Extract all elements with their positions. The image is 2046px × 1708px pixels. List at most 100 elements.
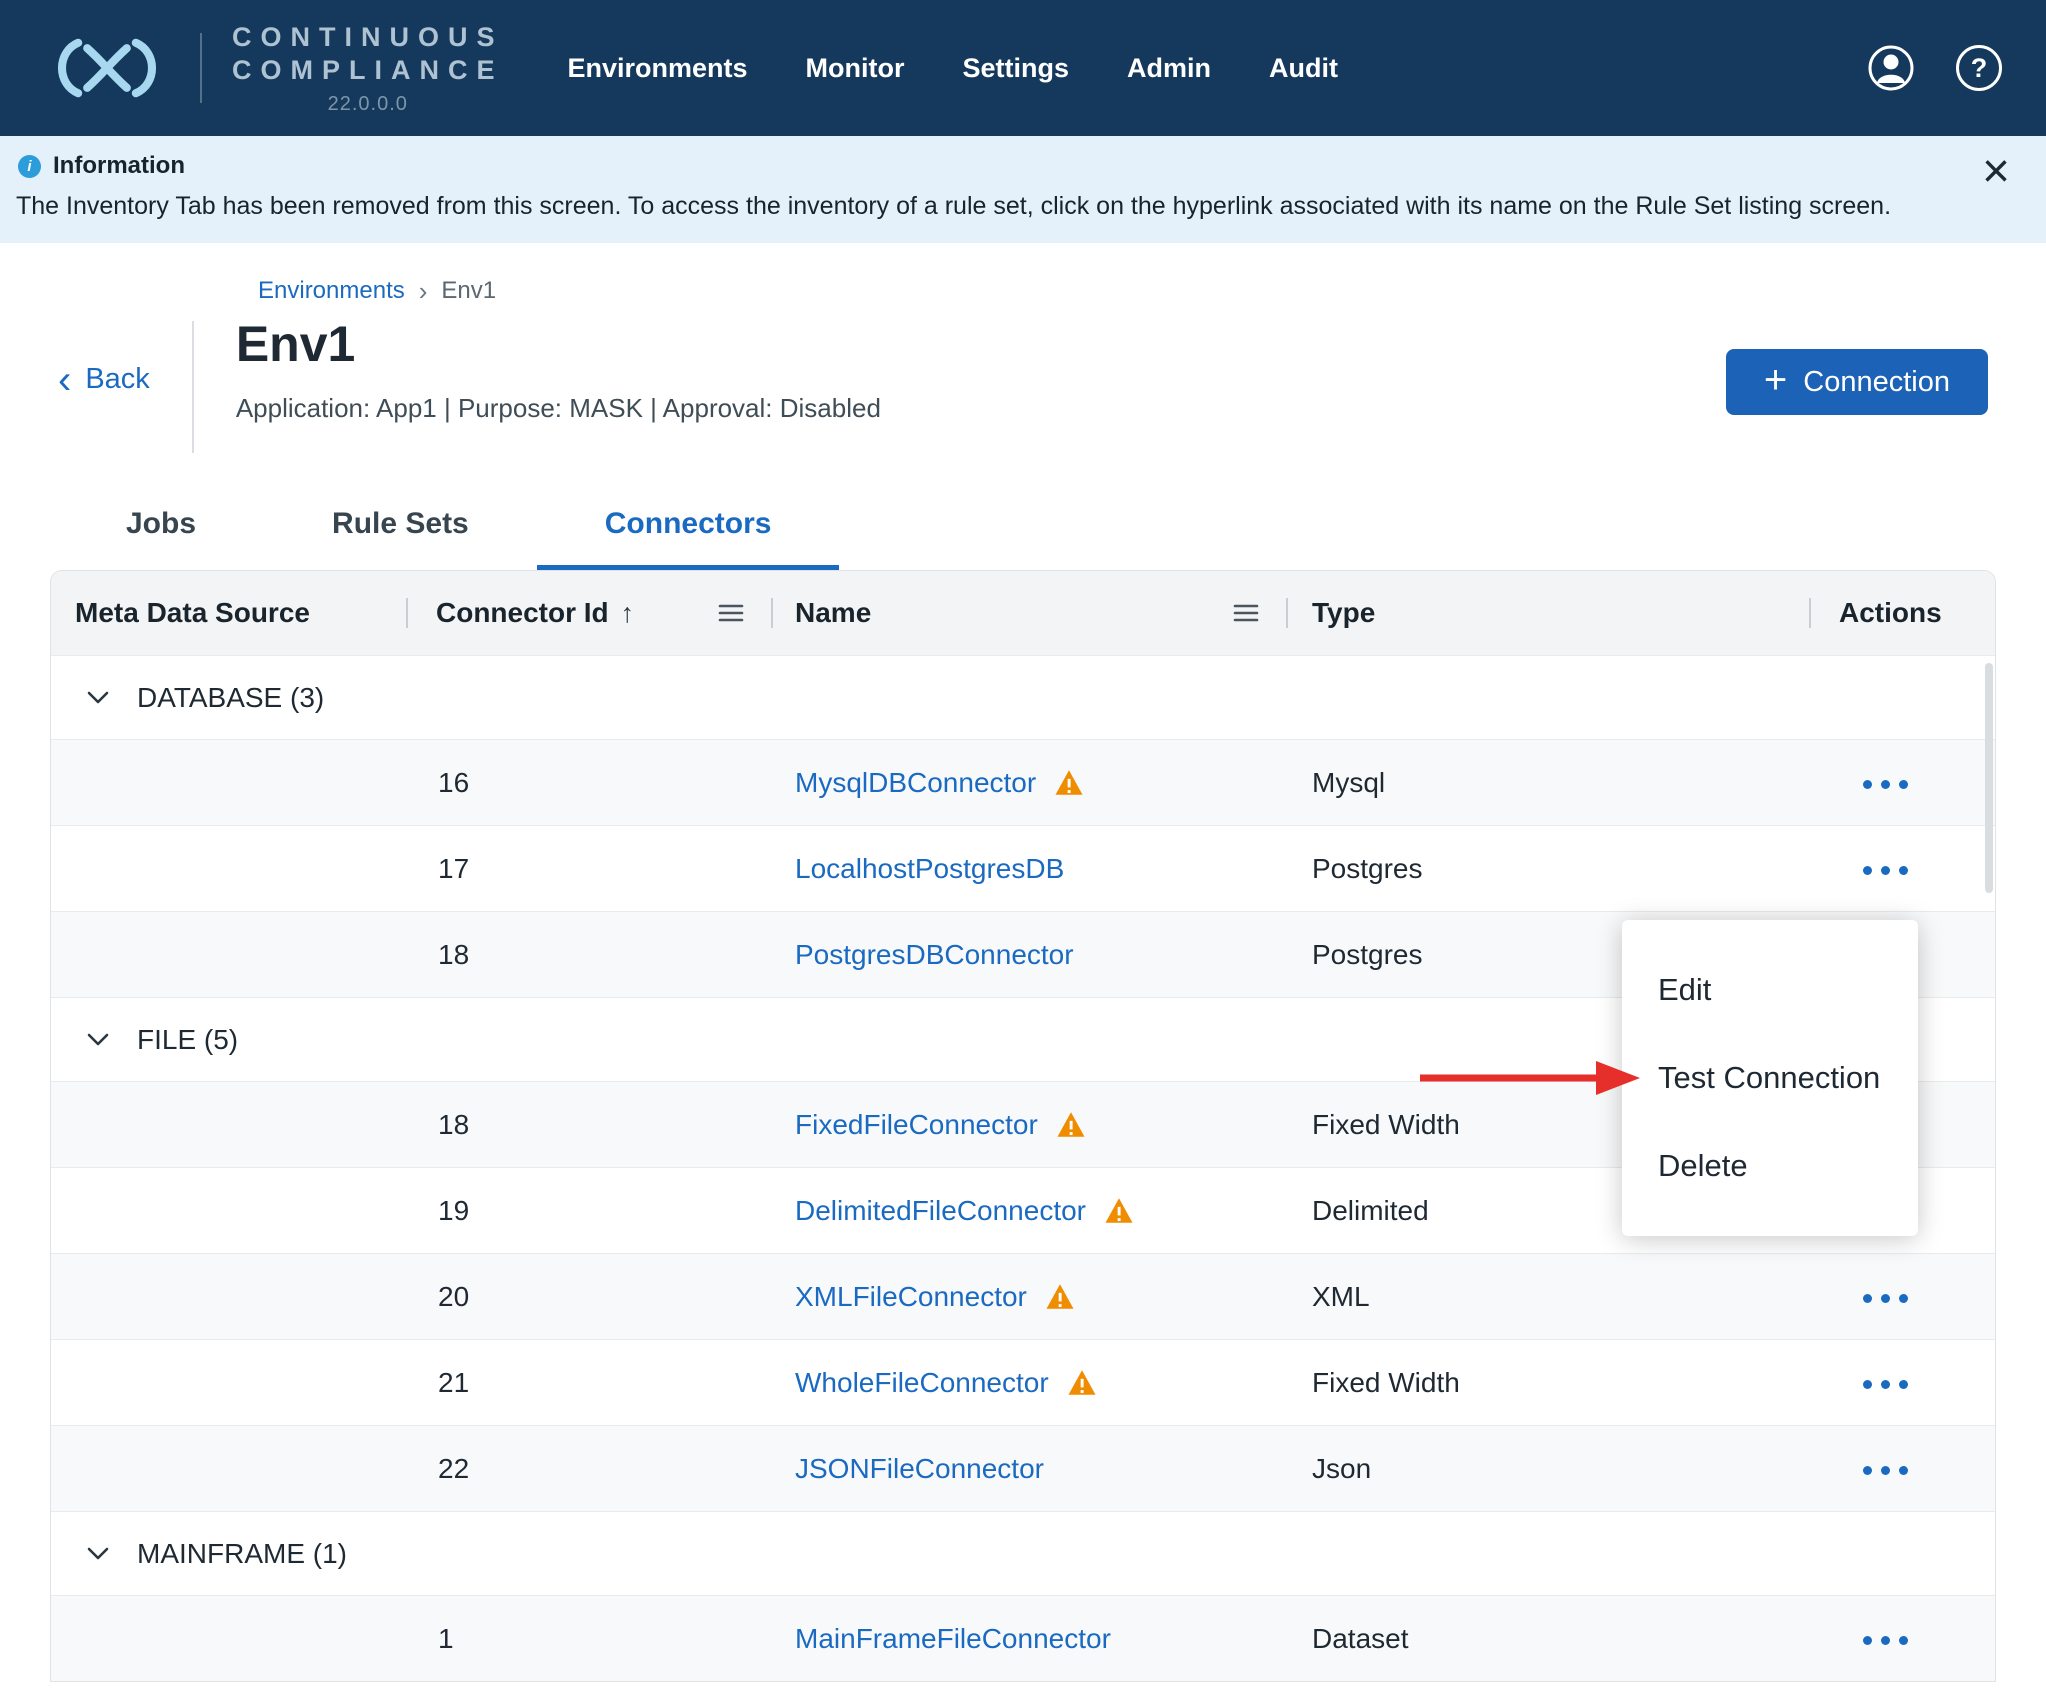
connector-name-link[interactable]: LocalhostPostgresDB xyxy=(795,853,1064,885)
table-row: 21 WholeFileConnector Fixed Width xyxy=(51,1339,1995,1425)
tab-connectors[interactable]: Connectors xyxy=(536,507,840,570)
connector-type-cell: Mysql xyxy=(1312,766,1386,798)
chevron-left-icon: ‹ xyxy=(58,357,72,402)
menu-item-delete[interactable]: Delete xyxy=(1622,1122,1918,1210)
row-actions-button[interactable] xyxy=(1857,854,1914,887)
connector-name-link[interactable]: MainFrameFileConnector xyxy=(795,1623,1111,1655)
group-row[interactable]: MAINFRAME (1) xyxy=(51,1511,1995,1595)
chevron-down-icon xyxy=(87,1547,109,1560)
chevron-right-icon: › xyxy=(418,276,428,306)
nav-item-settings[interactable]: Settings xyxy=(963,53,1070,84)
table-row: 20 XMLFileConnector XML xyxy=(51,1253,1995,1339)
brand-text: CONTINUOUS COMPLIANCE 22.0.0.0 xyxy=(232,21,504,116)
connector-name-link[interactable]: XMLFileConnector xyxy=(795,1281,1027,1313)
connector-id-cell: 19 xyxy=(438,1194,470,1226)
tab-jobs[interactable]: Jobs xyxy=(58,507,264,570)
group-row[interactable]: DATABASE (3) xyxy=(51,655,1995,739)
group-label: FILE (5) xyxy=(137,1023,239,1055)
page-subtitle: Application: App1 | Purpose: MASK | Appr… xyxy=(235,393,881,423)
close-icon[interactable]: × xyxy=(1982,148,2010,196)
column-menu-icon[interactable] xyxy=(717,601,745,625)
header-meta-data-source: Meta Data Source xyxy=(75,597,310,628)
delphix-logo-icon[interactable] xyxy=(44,35,170,101)
connector-id-cell: 22 xyxy=(438,1452,470,1484)
header-name[interactable]: Name xyxy=(771,571,1286,655)
nav-icons: ? xyxy=(1866,43,2002,93)
table-row: 22 JSONFileConnector Json xyxy=(51,1425,1995,1511)
connector-name-link[interactable]: FixedFileConnector xyxy=(795,1109,1038,1141)
info-icon: i xyxy=(18,154,41,178)
brand-line-1: CONTINUOUS xyxy=(232,21,504,52)
nav-item-environments[interactable]: Environments xyxy=(568,53,748,84)
row-actions-button[interactable] xyxy=(1857,1624,1914,1657)
title-block: Env1 Application: App1 | Purpose: MASK |… xyxy=(236,311,881,453)
back-button[interactable]: ‹ Back xyxy=(58,357,150,402)
connector-type-cell: Postgres xyxy=(1312,852,1423,884)
user-avatar-icon[interactable] xyxy=(1866,43,1916,93)
brand: CONTINUOUS COMPLIANCE 22.0.0.0 xyxy=(44,21,504,116)
plus-icon: + xyxy=(1763,358,1788,402)
connector-id-cell: 18 xyxy=(438,938,470,970)
connector-type-cell: XML xyxy=(1312,1280,1370,1312)
group-label: DATABASE (3) xyxy=(137,681,325,713)
brand-divider xyxy=(200,33,202,103)
table-row: 16 MysqlDBConnector Mysql xyxy=(51,739,1995,825)
app-window: CONTINUOUS COMPLIANCE 22.0.0.0 Environme… xyxy=(0,0,2046,1708)
connector-name-link[interactable]: DelimitedFileConnector xyxy=(795,1195,1086,1227)
connector-id-cell: 17 xyxy=(438,852,470,884)
scrollbar-thumb[interactable] xyxy=(1985,663,1993,893)
page-title: Env1 xyxy=(235,316,356,372)
help-icon[interactable]: ? xyxy=(1956,45,2002,91)
connector-name-link[interactable]: WholeFileConnector xyxy=(795,1367,1049,1399)
back-label: Back xyxy=(85,363,150,395)
tab-bar: Jobs Rule Sets Connectors xyxy=(0,507,2046,570)
column-menu-icon[interactable] xyxy=(1232,601,1260,625)
top-nav: CONTINUOUS COMPLIANCE 22.0.0.0 Environme… xyxy=(0,0,2046,136)
warning-icon xyxy=(1046,1284,1074,1309)
banner-message: The Inventory Tab has been removed from … xyxy=(16,192,1892,220)
header-type: Type xyxy=(1286,571,1809,655)
nav-item-monitor[interactable]: Monitor xyxy=(806,53,905,84)
breadcrumb: Environments › Env1 xyxy=(258,277,2046,305)
brand-line-2: COMPLIANCE xyxy=(232,54,504,85)
connector-name-link[interactable]: MysqlDBConnector xyxy=(795,767,1036,799)
warning-icon xyxy=(1055,770,1083,795)
version-label: 22.0.0.0 xyxy=(327,92,408,115)
connector-type-cell: Fixed Width xyxy=(1312,1366,1460,1398)
info-banner: i Information The Inventory Tab has been… xyxy=(0,136,2046,243)
table-row: 17 LocalhostPostgresDB Postgres xyxy=(51,825,1995,911)
sort-ascending-icon[interactable]: ↑ xyxy=(621,598,635,629)
row-actions-button[interactable] xyxy=(1857,768,1914,801)
warning-icon xyxy=(1068,1370,1096,1395)
menu-item-edit[interactable]: Edit xyxy=(1622,946,1918,1034)
chevron-down-icon xyxy=(87,1033,109,1046)
annotation-arrow xyxy=(1420,1061,1640,1095)
menu-item-test-connection[interactable]: Test Connection xyxy=(1622,1034,1918,1122)
chevron-down-icon xyxy=(87,691,109,704)
nav-item-admin[interactable]: Admin xyxy=(1127,53,1211,84)
warning-icon xyxy=(1057,1112,1085,1137)
add-connection-button[interactable]: + Connection xyxy=(1725,349,1988,415)
header-connector-id[interactable]: Connector Id ↑ xyxy=(406,571,771,655)
table-header-row: Meta Data Source Connector Id ↑ Name Typ… xyxy=(51,571,1995,655)
banner-title: Information xyxy=(53,152,185,179)
table-row: 1 MainFrameFileConnector Dataset xyxy=(51,1595,1995,1681)
breadcrumb-current: Env1 xyxy=(441,277,497,304)
row-actions-button[interactable] xyxy=(1857,1368,1914,1401)
connector-id-cell: 1 xyxy=(438,1622,454,1654)
tab-rule-sets[interactable]: Rule Sets xyxy=(264,507,537,570)
vertical-divider xyxy=(191,321,194,453)
connector-id-cell: 20 xyxy=(438,1280,470,1312)
group-label: MAINFRAME (1) xyxy=(137,1537,347,1569)
connector-type-cell: Json xyxy=(1312,1452,1372,1484)
connector-id-cell: 21 xyxy=(438,1366,470,1398)
row-actions-button[interactable] xyxy=(1857,1282,1914,1315)
add-connection-label: Connection xyxy=(1803,365,1950,398)
connector-id-cell: 16 xyxy=(438,766,470,798)
main-nav: Environments Monitor Settings Admin Audi… xyxy=(568,53,1339,84)
nav-item-audit[interactable]: Audit xyxy=(1269,53,1338,84)
row-actions-button[interactable] xyxy=(1857,1454,1914,1487)
connector-name-link[interactable]: PostgresDBConnector xyxy=(795,939,1074,971)
connector-name-link[interactable]: JSONFileConnector xyxy=(795,1453,1044,1485)
breadcrumb-environments-link[interactable]: Environments xyxy=(258,277,405,305)
